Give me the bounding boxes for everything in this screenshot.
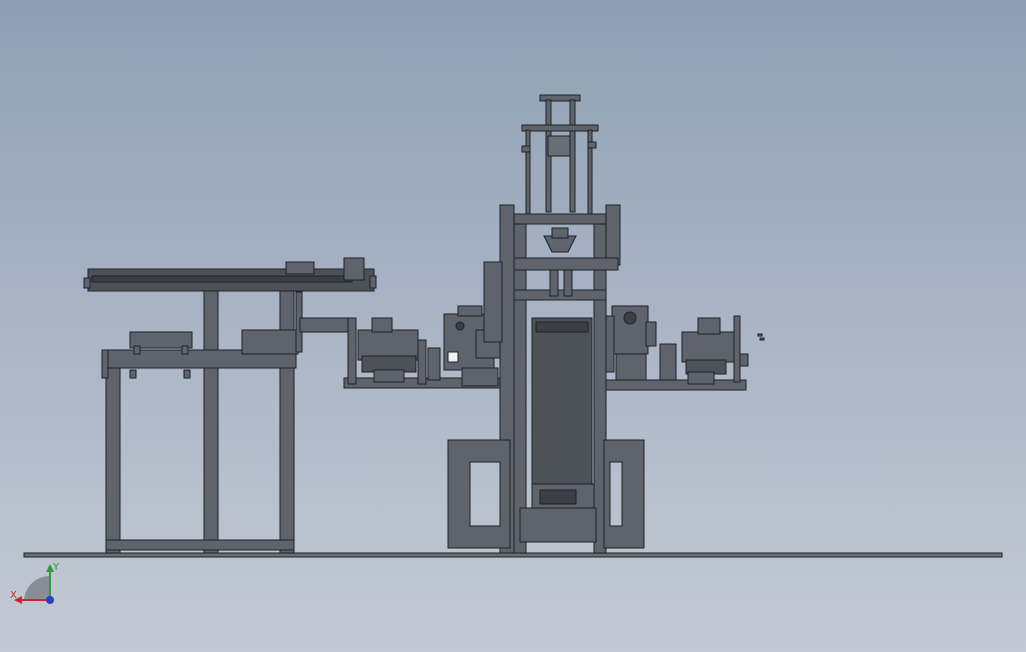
orientation-triad: X Y [10, 562, 60, 604]
graphics-viewport[interactable]: X Y [0, 0, 1026, 652]
z-axis-dot [46, 596, 54, 604]
cad-model-view[interactable] [0, 0, 1026, 652]
right-drive-module [605, 305, 657, 389]
y-axis-label: Y [52, 562, 60, 573]
left-gantry-frame [83, 257, 377, 554]
ground-plane [23, 552, 1003, 558]
x-axis-label: X [10, 590, 17, 601]
